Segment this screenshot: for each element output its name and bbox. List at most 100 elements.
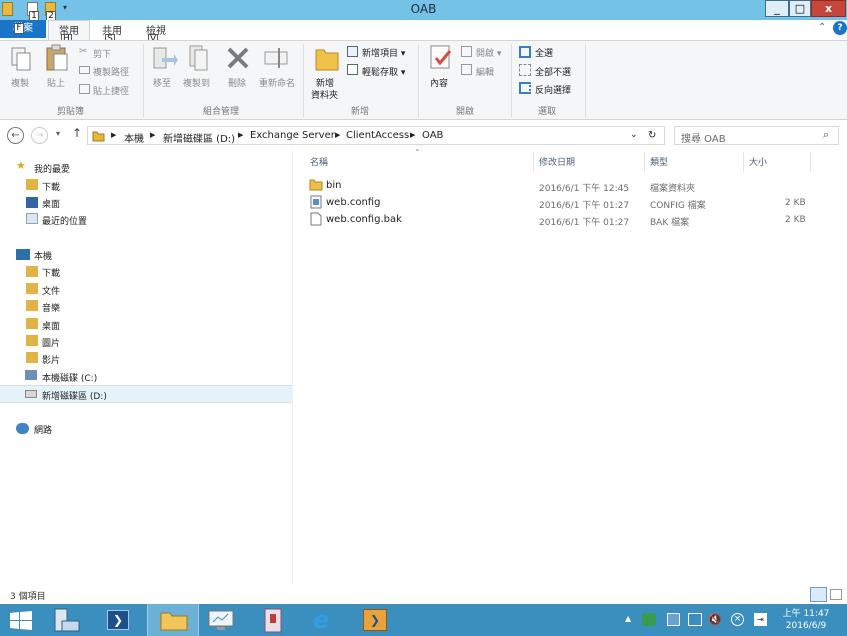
open-button[interactable]: 開啟 ▾ [476, 46, 501, 59]
volume-muted-icon[interactable]: 🔇 [708, 613, 722, 626]
breadcrumb-this-pc[interactable]: 本機 [124, 130, 144, 145]
cut-icon[interactable]: ✂ [79, 46, 87, 57]
column-header-name[interactable]: 名稱 [310, 155, 328, 168]
search-input[interactable]: 搜尋 OAB [681, 130, 726, 145]
minimize-button[interactable]: _ [765, 0, 789, 17]
select-none-icon[interactable] [519, 64, 531, 76]
taskbar-app-2[interactable] [252, 604, 304, 636]
delete-icon[interactable] [226, 46, 250, 70]
taskbar-server-manager[interactable] [46, 604, 98, 636]
breadcrumb-exchange-server[interactable]: Exchange Server [250, 130, 335, 141]
column-header-type[interactable]: 類型 [650, 155, 668, 168]
up-button[interactable]: ↑ [72, 126, 82, 140]
nav-pc-drive-d[interactable]: 新增磁碟區 (D:) [42, 389, 107, 402]
nav-fav-desktop[interactable]: 桌面 [42, 197, 60, 210]
chevron-right-icon[interactable]: ▶ [410, 131, 415, 139]
address-dropdown-icon[interactable]: ⌄ [630, 130, 638, 140]
taskbar-app-1[interactable] [199, 604, 251, 636]
copy-to-icon[interactable] [186, 44, 212, 72]
nav-pc-pictures[interactable]: 圖片 [42, 336, 60, 349]
show-hidden-icons-icon[interactable]: ▲ [625, 614, 631, 623]
chevron-right-icon[interactable]: ▶ [111, 131, 116, 139]
paste-button[interactable]: 貼上 [47, 76, 65, 89]
taskbar-internet-explorer[interactable]: e [304, 604, 356, 636]
breadcrumb-oab[interactable]: OAB [422, 130, 443, 141]
nav-pc-documents[interactable]: 文件 [42, 284, 60, 297]
file-name[interactable]: web.config [326, 197, 380, 208]
delete-button[interactable]: 刪除 [228, 76, 246, 89]
select-all-icon[interactable] [519, 46, 531, 58]
refresh-icon[interactable]: ↻ [648, 130, 656, 141]
column-header-size[interactable]: 大小 [749, 155, 767, 168]
new-item-icon[interactable] [347, 46, 358, 57]
tray-app-icon[interactable] [642, 613, 656, 626]
easy-access-button[interactable]: 輕鬆存取 ▾ [362, 65, 405, 78]
copy-path-button[interactable]: 複製路徑 [93, 65, 129, 78]
recent-locations-icon[interactable]: ▾ [56, 129, 60, 138]
nav-pc-music[interactable]: 音樂 [42, 301, 60, 314]
nav-network[interactable]: 網路 [34, 423, 52, 436]
close-circle-icon[interactable]: × [731, 613, 744, 626]
copy-path-icon[interactable] [79, 66, 90, 74]
details-view-icon[interactable] [810, 587, 827, 602]
paste-shortcut-button[interactable]: 貼上捷徑 [93, 84, 129, 97]
select-all-button[interactable]: 全選 [535, 46, 553, 59]
new-folder-label-line2[interactable]: 資料夾 [311, 88, 338, 101]
properties-icon[interactable] [428, 44, 454, 72]
chevron-right-icon[interactable]: ▶ [150, 131, 155, 139]
address-bar[interactable]: ▶ 本機 ▶ 新增磁碟區 (D:) ▶ Exchange Server ▶ Cl… [87, 126, 665, 145]
taskbar-exchange-shell[interactable]: ❯ [354, 604, 406, 636]
maximize-button[interactable]: □ [789, 0, 811, 17]
back-button[interactable]: ← [7, 127, 24, 144]
collapse-ribbon-icon[interactable]: ⌃ [818, 22, 826, 33]
move-to-icon[interactable] [152, 44, 178, 72]
select-none-button[interactable]: 全部不選 [535, 65, 571, 78]
new-folder-icon[interactable] [314, 44, 340, 72]
easy-access-icon[interactable] [347, 64, 358, 75]
nav-this-pc[interactable]: 本機 [34, 249, 52, 262]
edit-icon[interactable] [461, 64, 472, 75]
rename-icon[interactable] [263, 46, 291, 70]
invert-selection-button[interactable]: 反向選擇 [535, 83, 571, 96]
edit-button[interactable]: 編輯 [476, 65, 494, 78]
search-box[interactable]: 搜尋 OAB ⌕ [674, 126, 839, 145]
input-indicator-icon[interactable]: ⇥ [754, 613, 767, 626]
properties-button[interactable]: 內容 [430, 76, 448, 89]
copy-icon[interactable] [10, 46, 32, 72]
new-item-button[interactable]: 新增項目 ▾ [362, 46, 405, 59]
open-icon[interactable] [461, 46, 472, 57]
breadcrumb-drive-d[interactable]: 新增磁碟區 (D:) [163, 130, 235, 145]
close-button[interactable]: x [811, 0, 846, 17]
file-name[interactable]: web.config.bak [326, 214, 402, 225]
taskbar-powershell[interactable]: ❯ [96, 604, 148, 636]
invert-selection-icon[interactable] [519, 82, 531, 94]
search-icon[interactable]: ⌕ [823, 128, 829, 142]
file-name[interactable]: bin [326, 180, 341, 191]
nav-pc-videos[interactable]: 影片 [42, 353, 60, 366]
nav-fav-recent[interactable]: 最近的位置 [42, 214, 87, 227]
column-header-date[interactable]: 修改日期 [539, 155, 575, 168]
forward-button[interactable]: → [31, 127, 48, 144]
taskbar-file-explorer[interactable] [147, 604, 199, 636]
nav-pc-downloads[interactable]: 下載 [42, 266, 60, 279]
nav-pc-desktop[interactable]: 桌面 [42, 319, 60, 332]
start-button[interactable] [0, 604, 46, 636]
copy-button[interactable]: 複製 [11, 76, 29, 89]
paste-icon[interactable] [45, 44, 69, 72]
nav-pc-drive-c[interactable]: 本機磁碟 (C:) [42, 371, 97, 384]
breadcrumb-clientaccess[interactable]: ClientAccess [346, 130, 409, 141]
nav-favorites[interactable]: 我的最愛 [34, 162, 70, 175]
copy-to-button[interactable]: 複製到 [183, 76, 210, 89]
cut-button[interactable]: 剪下 [93, 47, 111, 60]
help-icon[interactable]: ? [833, 21, 847, 35]
chevron-right-icon[interactable]: ▶ [335, 131, 340, 139]
large-icons-view-icon[interactable] [830, 589, 842, 600]
paste-shortcut-icon[interactable] [79, 84, 90, 94]
chevron-right-icon[interactable]: ▶ [238, 131, 243, 139]
taskbar-clock[interactable]: 上午 11:47 2016/6/9 [776, 608, 836, 632]
nav-fav-downloads[interactable]: 下載 [42, 180, 60, 193]
move-to-button[interactable]: 移至 [153, 76, 171, 89]
action-center-icon[interactable] [667, 613, 680, 626]
rename-button[interactable]: 重新命名 [259, 76, 295, 89]
network-status-icon[interactable] [688, 613, 702, 626]
